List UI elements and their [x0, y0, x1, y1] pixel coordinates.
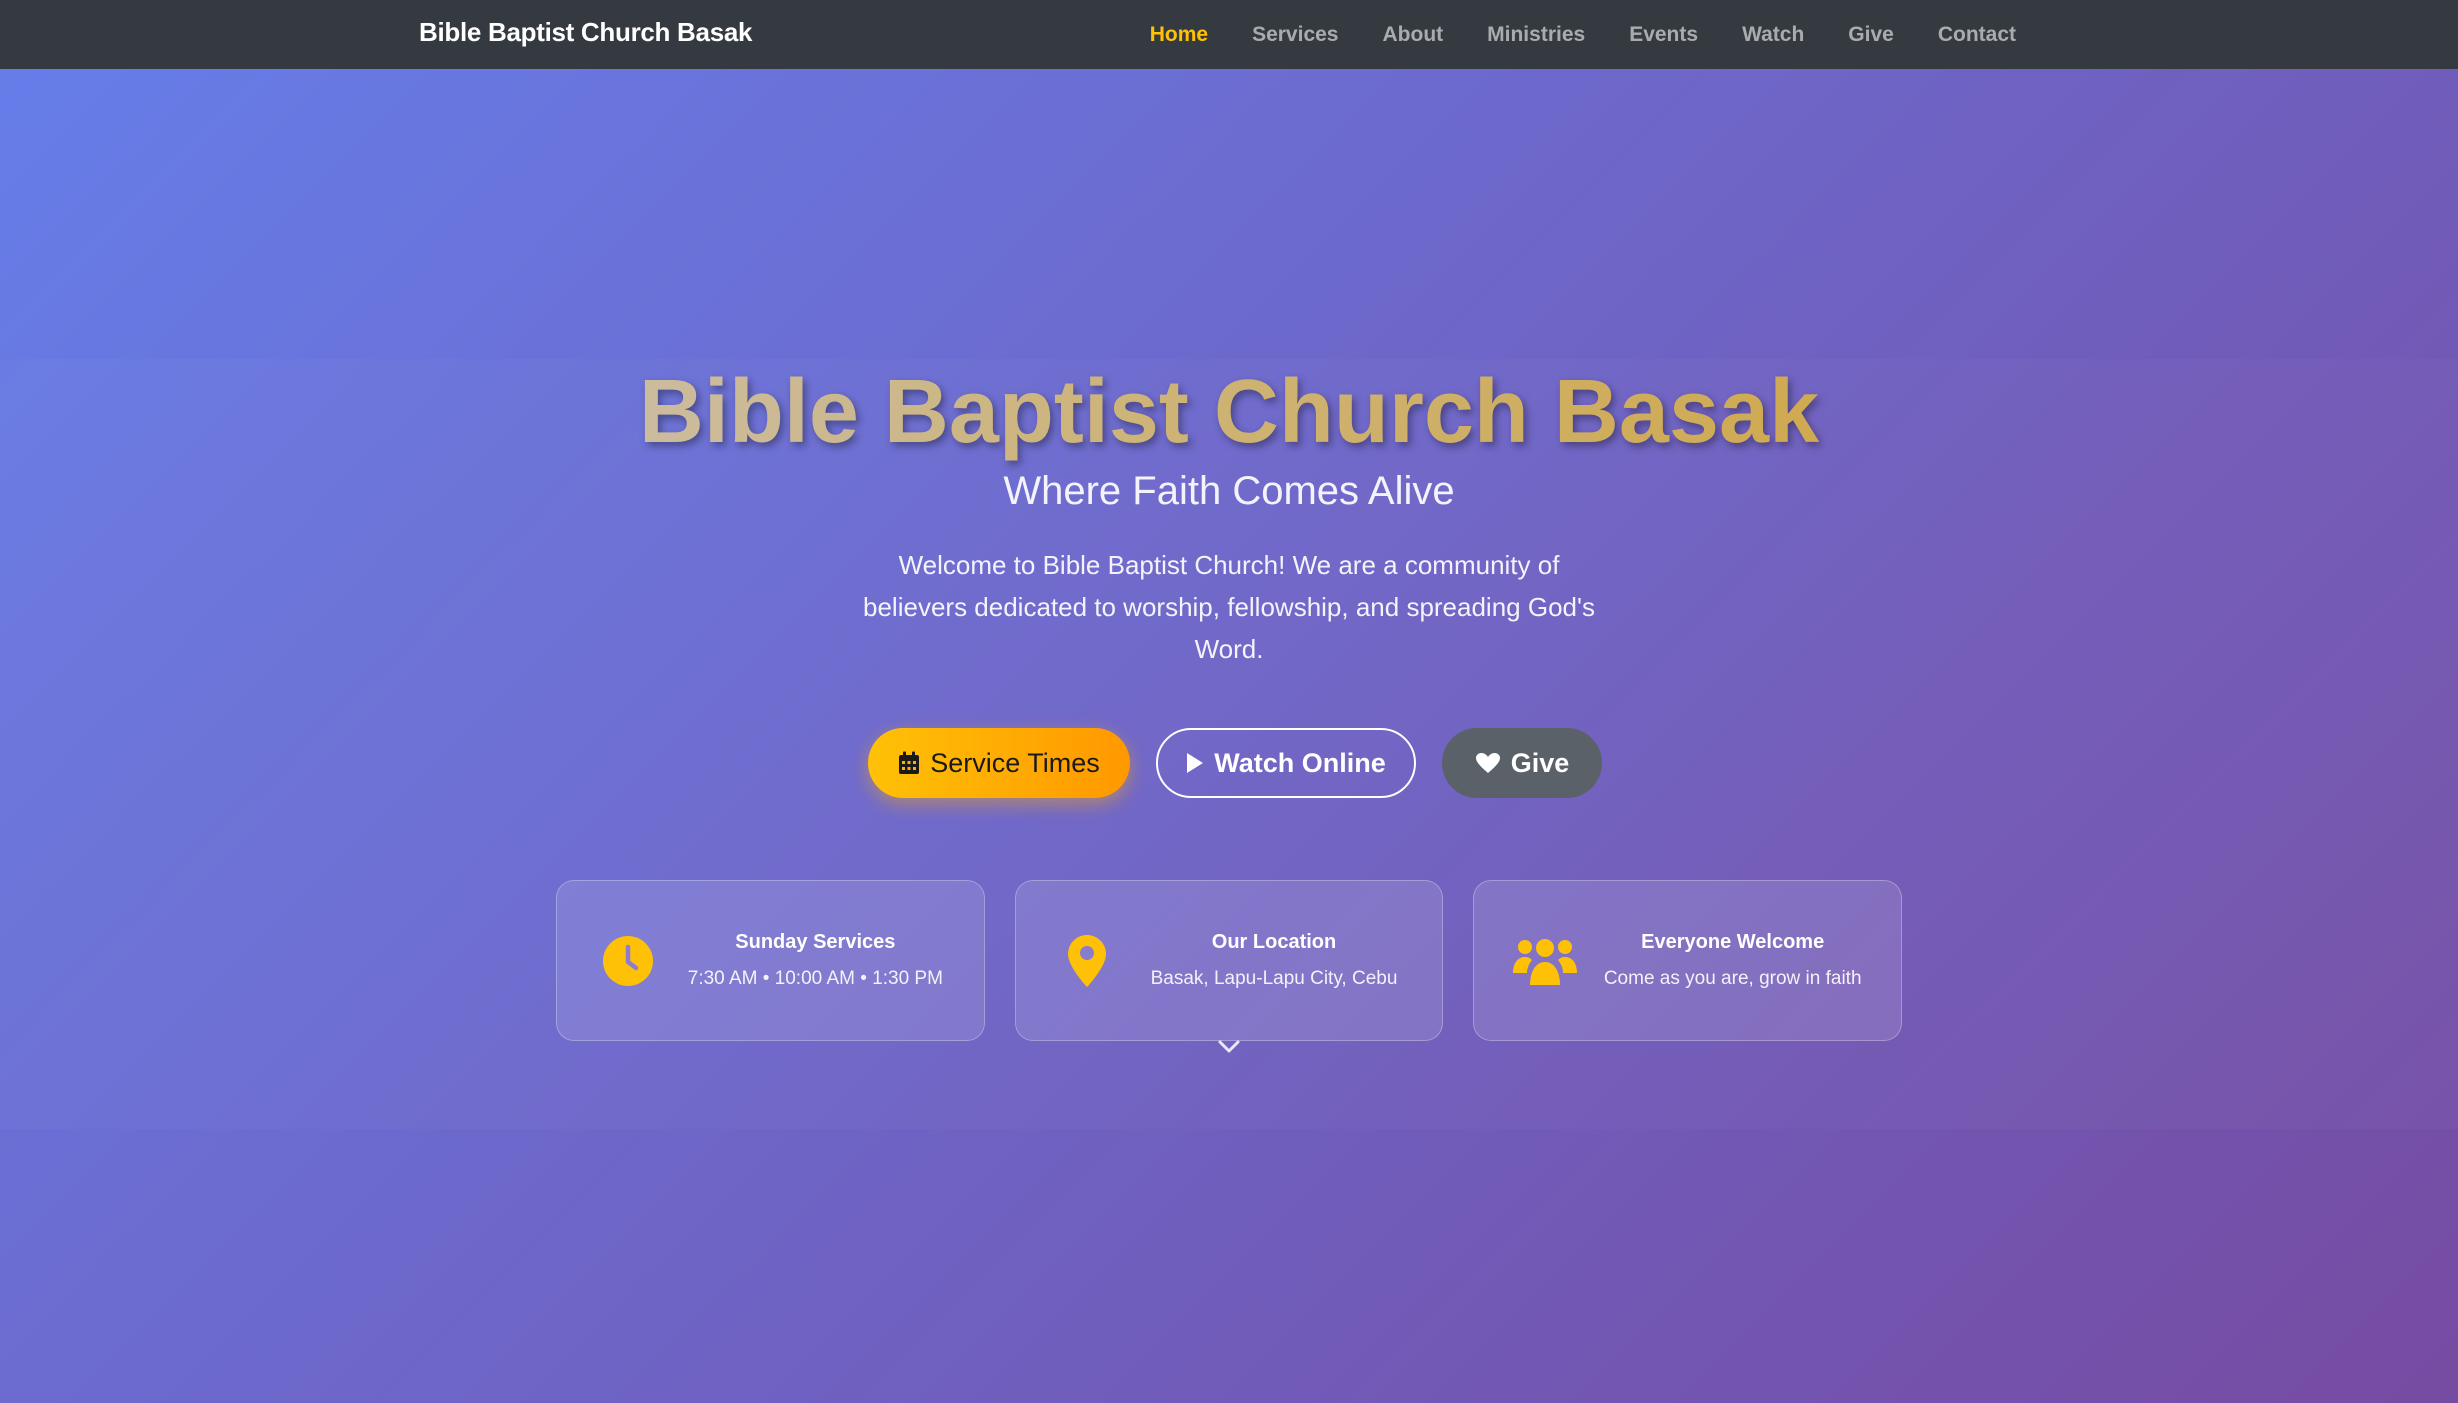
- nav-links: Home Services About Ministries Events Wa…: [1150, 0, 2016, 69]
- service-times-label: Service Times: [930, 747, 1100, 778]
- card-title: Sunday Services: [735, 931, 896, 953]
- clock-icon: [595, 935, 661, 987]
- watch-online-button[interactable]: Watch Online: [1156, 728, 1416, 798]
- give-label: Give: [1510, 747, 1570, 778]
- card-subtitle: 7:30 AM • 10:00 AM • 1:30 PM: [687, 968, 943, 989]
- card-sunday-services: Sunday Services 7:30 AM • 10:00 AM • 1:3…: [556, 880, 985, 1041]
- hero-title: Bible Baptist Church Basak: [0, 361, 2458, 464]
- play-icon: [1186, 752, 1204, 774]
- service-times-button[interactable]: Service Times: [868, 728, 1130, 798]
- calendar-icon: [898, 751, 920, 775]
- hero-description: Welcome to Bible Baptist Church! We are …: [863, 550, 1595, 664]
- nav-link-services[interactable]: Services: [1252, 23, 1338, 47]
- hero-subtitle: Where Faith Comes Alive: [1003, 469, 1455, 513]
- hero-buttons: Service Times Watch Online Give: [0, 728, 2458, 798]
- card-subtitle: Come as you are, grow in faith: [1603, 968, 1862, 989]
- card-everyone-welcome: Everyone Welcome Come as you are, grow i…: [1473, 880, 1903, 1041]
- watch-online-label: Watch Online: [1214, 747, 1386, 778]
- nav-link-watch[interactable]: Watch: [1742, 23, 1804, 47]
- map-pin-icon: [1054, 934, 1120, 988]
- heart-icon: [1475, 752, 1501, 774]
- nav-link-about[interactable]: About: [1383, 23, 1444, 47]
- brand-link[interactable]: Bible Baptist Church Basak: [419, 17, 752, 48]
- nav-link-events[interactable]: Events: [1629, 23, 1698, 47]
- info-cards: Sunday Services 7:30 AM • 10:00 AM • 1:3…: [556, 880, 1903, 1041]
- nav-link-contact[interactable]: Contact: [1938, 23, 2016, 47]
- card-title: Our Location: [1211, 931, 1337, 953]
- nav-link-ministries[interactable]: Ministries: [1487, 23, 1585, 47]
- card-subtitle: Basak, Lapu-Lapu City, Cebu: [1150, 968, 1398, 989]
- users-icon: [1512, 935, 1578, 987]
- hero-section: Bible Baptist Church Basak Where Faith C…: [0, 69, 2458, 1403]
- chevron-down-icon[interactable]: [1216, 1033, 1242, 1059]
- card-title: Everyone Welcome: [1641, 931, 1825, 953]
- navbar: Bible Baptist Church Basak Home Services…: [0, 0, 2458, 69]
- nav-link-home[interactable]: Home: [1150, 23, 1208, 47]
- card-our-location: Our Location Basak, Lapu-Lapu City, Cebu: [1014, 880, 1444, 1041]
- give-button[interactable]: Give: [1442, 728, 1602, 798]
- nav-link-give[interactable]: Give: [1848, 23, 1894, 47]
